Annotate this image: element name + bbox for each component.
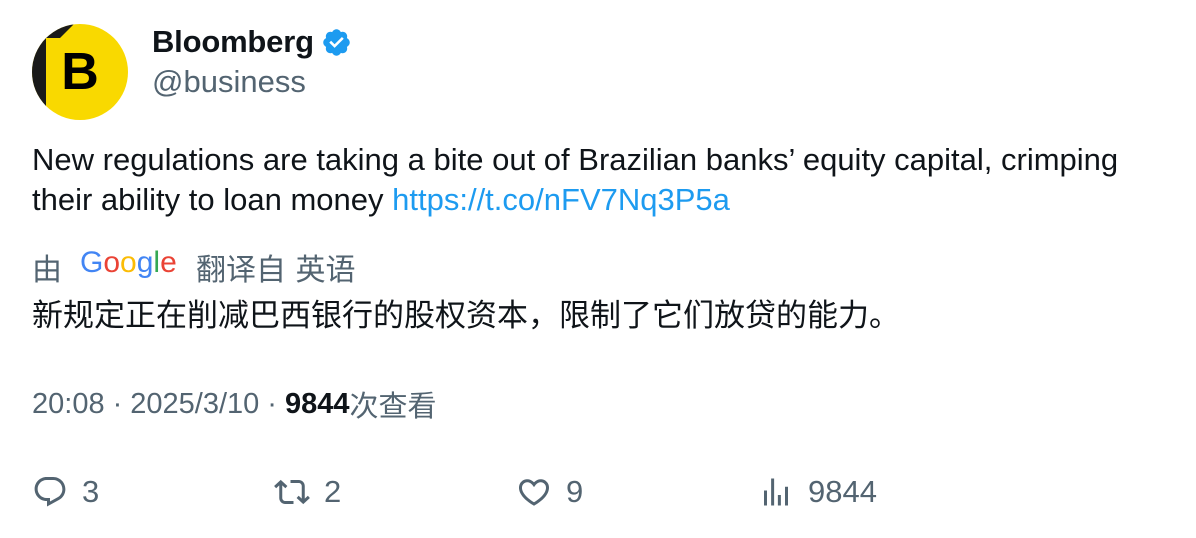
tweet-time[interactable]: 20:08 <box>32 388 105 421</box>
retweet-button[interactable]: 2 <box>274 470 341 514</box>
svg-text:Google: Google <box>80 246 177 279</box>
views-action-count: 9844 <box>808 474 877 509</box>
google-letter-4: g <box>137 246 154 279</box>
tweet-author: Bloomberg @business <box>152 22 352 102</box>
views-button[interactable]: 9844 <box>758 470 877 514</box>
author-name[interactable]: Bloomberg <box>152 24 314 60</box>
reply-count: 3 <box>82 474 100 509</box>
heart-icon <box>518 479 550 506</box>
google-letter-6: e <box>160 246 177 279</box>
views-label: 次查看 <box>349 389 437 423</box>
avatar-letter: B <box>61 43 99 101</box>
tweet-text: New regulations are taking a bite out of… <box>32 140 1172 220</box>
translation-prefix: 由 <box>32 253 62 288</box>
views-count: 9844 <box>284 387 350 420</box>
retweet-count: 2 <box>324 474 342 509</box>
avatar[interactable]: B <box>32 24 128 120</box>
bloomberg-logo: B <box>32 24 128 120</box>
google-letter-2: o <box>103 246 120 279</box>
translation-suffix: 翻译自 英语 <box>196 253 356 288</box>
google-logo-icon[interactable]: Google <box>80 245 178 289</box>
reply-icon <box>34 477 66 507</box>
reply-button[interactable]: 3 <box>32 470 99 514</box>
google-wordmark: Google <box>80 246 177 279</box>
meta-separator: · <box>112 387 123 420</box>
translation-attribution: 由 Google 翻译自 英语 <box>32 246 356 288</box>
tweet-actions: 3 2 9 9844 <box>0 470 1196 514</box>
google-letter-1: G <box>80 246 103 279</box>
tweet-link[interactable]: https://t.co/nFV7Nq3P5a <box>392 182 730 217</box>
tweet-date[interactable]: 2025/3/10 <box>130 388 259 421</box>
translated-text: 新规定正在削减巴西银行的股权资本，限制了它们放贷的能力。 <box>32 298 900 334</box>
google-letter-5: l <box>153 246 160 279</box>
google-letter-3: o <box>120 246 137 279</box>
like-count: 9 <box>566 474 584 509</box>
tweet-meta: 20:08 · 2025/3/10 · 9844 次查看 <box>32 384 436 424</box>
meta-separator: · <box>267 387 277 420</box>
author-handle[interactable]: @business <box>152 62 352 102</box>
verified-badge-icon <box>321 27 352 58</box>
analytics-icon <box>764 478 788 506</box>
like-button[interactable]: 9 <box>516 470 583 514</box>
retweet-icon <box>274 479 310 505</box>
